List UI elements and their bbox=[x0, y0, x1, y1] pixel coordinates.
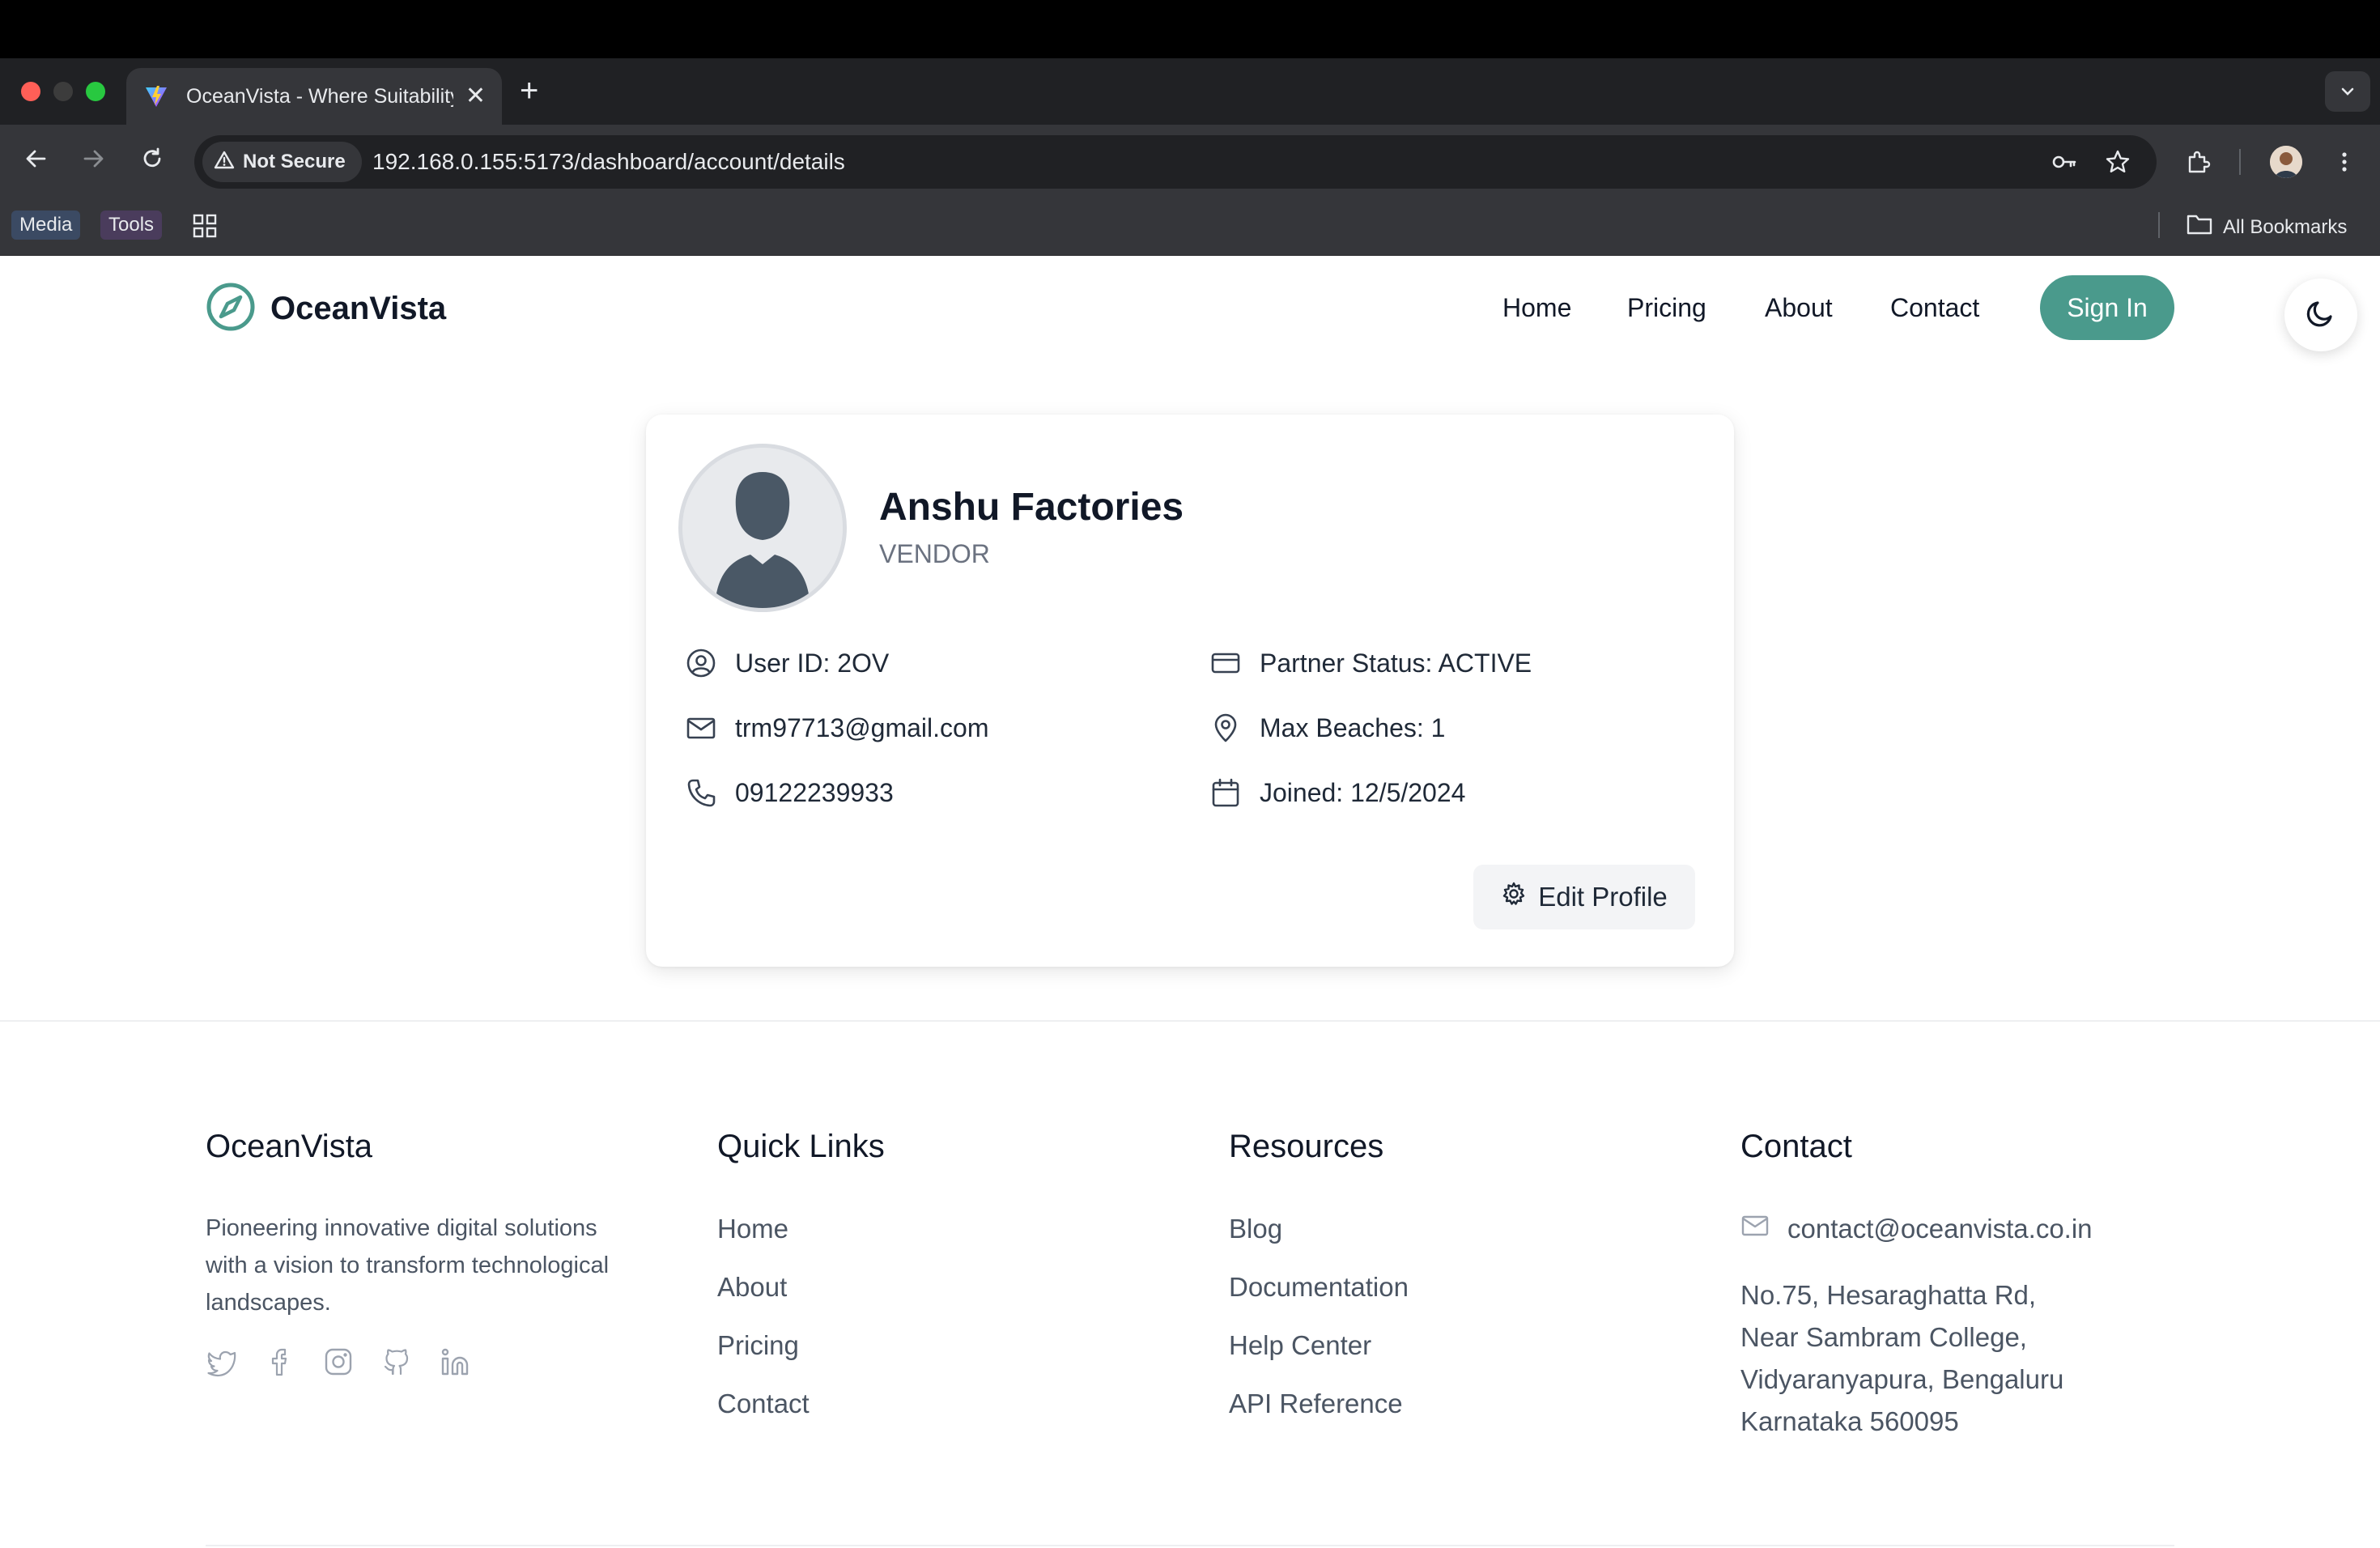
browser-tab[interactable]: OceanVista - Where Suitability ✕ bbox=[126, 68, 502, 125]
footer-link-documentation[interactable]: Documentation bbox=[1229, 1269, 1409, 1305]
nav-home[interactable]: Home bbox=[1502, 290, 1571, 325]
info-phone: 09122239933 bbox=[685, 776, 894, 809]
footer-email-text: contact@oceanvista.co.in bbox=[1787, 1214, 2093, 1244]
theme-toggle-button[interactable] bbox=[2284, 279, 2357, 351]
info-max-beaches: Max Beaches: 1 bbox=[1209, 712, 1445, 744]
new-tab-button[interactable]: + bbox=[520, 73, 538, 108]
browser-menu-kebab-icon[interactable] bbox=[2327, 144, 2362, 180]
back-arrow-icon[interactable] bbox=[19, 142, 52, 175]
window-minimize-button[interactable] bbox=[53, 82, 73, 101]
footer-divider bbox=[0, 1020, 2380, 1022]
facebook-icon[interactable] bbox=[264, 1346, 296, 1378]
info-email: trm97713@gmail.com bbox=[685, 712, 988, 744]
footer-link-api-reference[interactable]: API Reference bbox=[1229, 1386, 1403, 1422]
joined-text: Joined: 12/5/2024 bbox=[1260, 778, 1466, 807]
footer-link-help-center[interactable]: Help Center bbox=[1229, 1328, 1371, 1363]
twitter-icon[interactable] bbox=[206, 1346, 238, 1378]
nav-pricing[interactable]: Pricing bbox=[1627, 290, 1706, 325]
apps-grid-icon[interactable] bbox=[191, 212, 219, 240]
all-bookmarks-label: All Bookmarks bbox=[2223, 215, 2348, 238]
map-pin-icon bbox=[1209, 712, 1242, 744]
email-text: trm97713@gmail.com bbox=[735, 713, 989, 742]
moon-icon bbox=[2303, 296, 2339, 335]
info-joined: Joined: 12/5/2024 bbox=[1209, 776, 1465, 809]
not-secure-chip[interactable]: Not Secure bbox=[202, 142, 362, 182]
folder-icon bbox=[2186, 212, 2213, 242]
password-key-icon[interactable] bbox=[2048, 146, 2080, 178]
footer-contact-title: Contact bbox=[1740, 1129, 1852, 1164]
info-user-id: User ID: 2OV bbox=[685, 647, 889, 679]
footer-address-line: Vidyaranyapura, Bengaluru bbox=[1740, 1364, 2064, 1394]
window-close-button[interactable] bbox=[21, 82, 40, 101]
footer-resources-title: Resources bbox=[1229, 1129, 1384, 1164]
all-bookmarks-button[interactable]: All Bookmarks bbox=[2186, 212, 2347, 242]
footer-brand-description: Pioneering innovative digital solutions … bbox=[206, 1215, 610, 1316]
bookmarks-bar bbox=[0, 193, 2380, 256]
credit-card-icon bbox=[1209, 647, 1242, 679]
instagram-icon[interactable] bbox=[322, 1346, 355, 1378]
toolbar-divider bbox=[2239, 149, 2241, 175]
bookmark-media[interactable]: Media bbox=[11, 211, 81, 240]
footer-quick-links-title: Quick Links bbox=[717, 1129, 885, 1164]
mail-icon bbox=[685, 712, 717, 744]
footer-bottom-divider bbox=[206, 1545, 2174, 1546]
bookmarks-divider bbox=[2158, 212, 2160, 238]
reload-icon[interactable] bbox=[136, 142, 168, 175]
warning-triangle-icon bbox=[214, 150, 235, 175]
person-silhouette-icon bbox=[682, 448, 843, 608]
site-logo[interactable]: OceanVista bbox=[206, 282, 446, 336]
forward-arrow-icon[interactable] bbox=[78, 142, 110, 175]
bookmark-tools[interactable]: Tools bbox=[100, 211, 163, 240]
tab-close-icon[interactable]: ✕ bbox=[465, 83, 486, 110]
logo-text: OceanVista bbox=[270, 291, 447, 326]
footer-link-home[interactable]: Home bbox=[717, 1211, 788, 1247]
extensions-puzzle-icon[interactable] bbox=[2181, 144, 2216, 180]
bookmark-star-icon[interactable] bbox=[2102, 146, 2134, 178]
partner-status-text: Partner Status: ACTIVE bbox=[1260, 649, 1532, 678]
user-avatar bbox=[678, 444, 847, 612]
user-id-text: User ID: 2OV bbox=[735, 649, 890, 678]
footer-link-about[interactable]: About bbox=[717, 1269, 787, 1305]
gear-icon bbox=[1501, 881, 1527, 913]
profile-role: VENDOR bbox=[879, 539, 990, 568]
tab-title: OceanVista - Where Suitability bbox=[186, 84, 453, 108]
footer-link-blog[interactable]: Blog bbox=[1229, 1211, 1282, 1247]
profile-avatar-icon[interactable] bbox=[2270, 146, 2302, 178]
linkedin-icon[interactable] bbox=[439, 1346, 471, 1378]
window-maximize-button[interactable] bbox=[86, 82, 105, 101]
footer-address-line: No.75, Hesaraghatta Rd, bbox=[1740, 1280, 2037, 1310]
footer-link-pricing[interactable]: Pricing bbox=[717, 1328, 799, 1363]
nav-about[interactable]: About bbox=[1765, 290, 1833, 325]
mail-icon bbox=[1740, 1211, 1770, 1247]
url-text[interactable]: 192.168.0.155:5173/dashboard/account/det… bbox=[372, 147, 845, 176]
nav-contact[interactable]: Contact bbox=[1890, 290, 1979, 325]
tab-search-dropdown-icon[interactable] bbox=[2325, 71, 2370, 112]
edit-profile-button[interactable]: Edit Profile bbox=[1473, 865, 1695, 929]
footer-address-line: Near Sambram College, bbox=[1740, 1322, 2027, 1352]
calendar-icon bbox=[1209, 776, 1242, 809]
footer-address-line: Karnataka 560095 bbox=[1740, 1406, 1959, 1436]
not-secure-label: Not Secure bbox=[243, 151, 346, 172]
compass-logo-icon bbox=[206, 282, 256, 336]
info-partner-status: Partner Status: ACTIVE bbox=[1209, 647, 1532, 679]
phone-icon bbox=[685, 776, 717, 809]
phone-text: 09122239933 bbox=[735, 778, 894, 807]
max-beaches-text: Max Beaches: 1 bbox=[1260, 713, 1446, 742]
screen-top-bar bbox=[0, 0, 2380, 58]
profile-name: Anshu Factories bbox=[879, 486, 1184, 529]
edit-profile-label: Edit Profile bbox=[1538, 882, 1668, 912]
footer-contact-email[interactable]: contact@oceanvista.co.in bbox=[1740, 1211, 2093, 1247]
sign-in-button[interactable]: Sign In bbox=[2040, 275, 2174, 340]
vite-favicon-icon bbox=[142, 83, 170, 110]
footer-link-contact[interactable]: Contact bbox=[717, 1386, 810, 1422]
footer-brand-title: OceanVista bbox=[206, 1129, 373, 1164]
user-circle-icon bbox=[685, 647, 717, 679]
github-icon[interactable] bbox=[380, 1346, 413, 1378]
